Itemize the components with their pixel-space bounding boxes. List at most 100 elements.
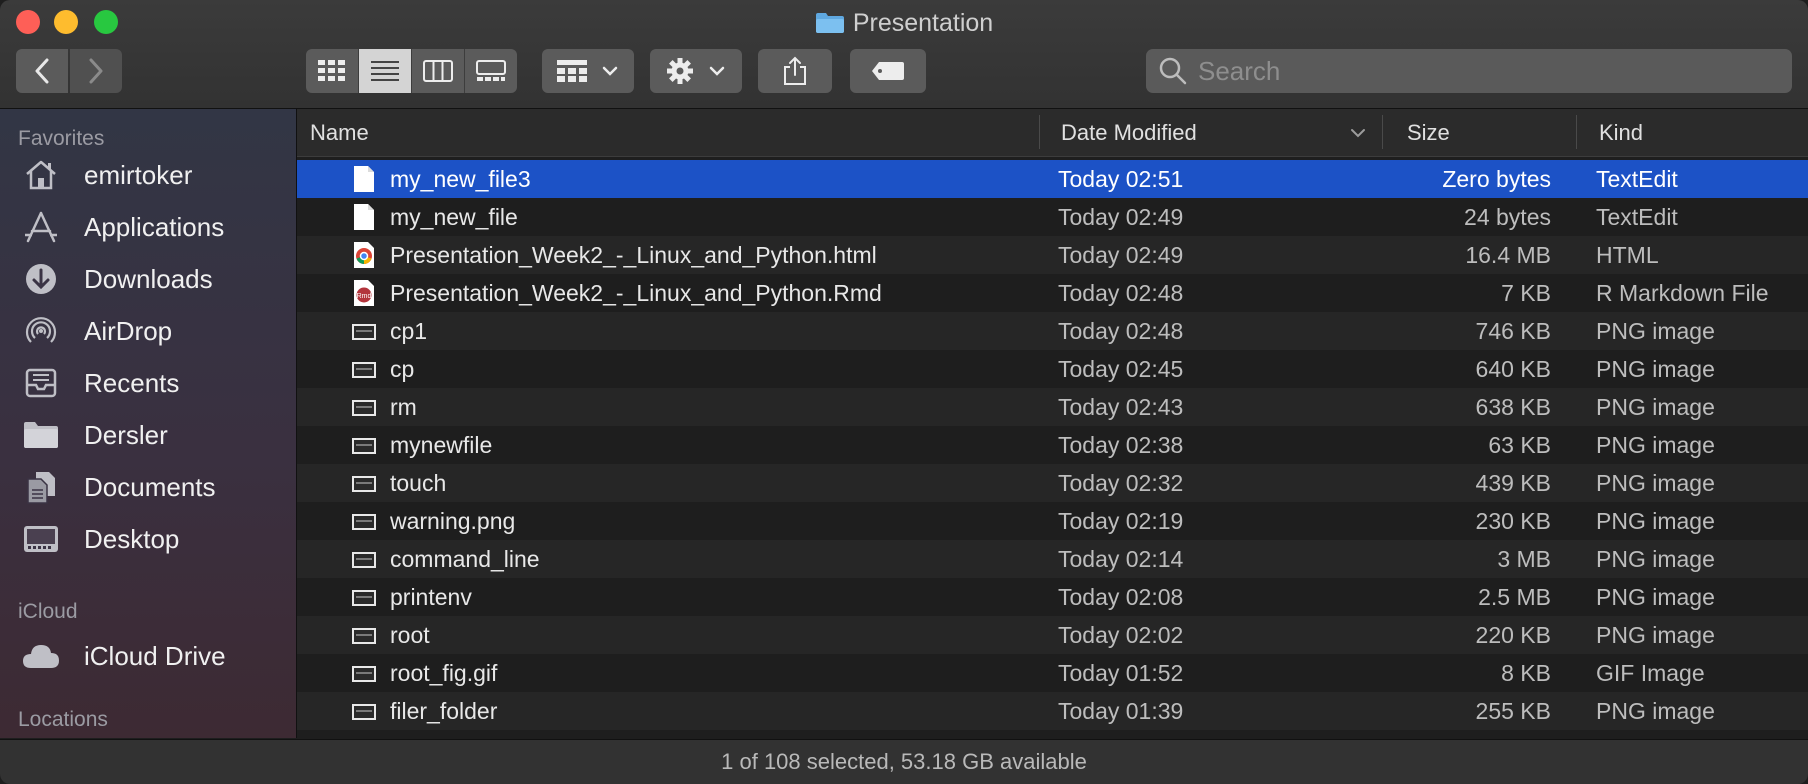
file-date-modified: Today 02:48 [1058,280,1184,306]
search-input[interactable] [1196,54,1780,88]
file-row[interactable]: touch Today 02:32 439 KB PNG image [297,464,1808,502]
tag-icon [872,62,904,80]
file-row[interactable]: Presentation_Week2_-_Linux_and_Python.ht… [297,236,1808,274]
folder-icon [815,13,844,33]
file-date-modified: Today 02:32 [1058,470,1184,496]
file-row[interactable]: mynewfile Today 02:38 63 KB PNG image [297,426,1808,464]
group-grid-icon [557,60,587,82]
applications-icon [18,207,64,247]
image-file-icon [351,583,377,611]
chevron-left-icon [35,58,49,84]
image-file-icon [351,545,377,573]
document-icon [351,203,377,231]
finder-window: Presentation Search Favorites emirtoker … [0,0,1808,784]
column-divider[interactable] [1576,115,1577,149]
image-file-icon [351,507,377,535]
file-size: 8 KB [1501,660,1551,686]
sidebar-item-dersler[interactable]: Dersler [18,411,168,459]
back-button[interactable] [16,49,68,93]
file-size: 638 KB [1475,394,1551,420]
file-row[interactable]: my_new_file Today 02:49 24 bytes TextEdit [297,198,1808,236]
file-row[interactable]: root Today 02:02 220 KB PNG image [297,616,1808,654]
file-name: touch [390,470,447,496]
chevron-down-icon [602,66,618,76]
image-file-icon [351,393,377,421]
sidebar-item-emirtoker[interactable]: emirtoker [18,151,192,199]
file-date-modified: Today 02:45 [1058,356,1184,382]
file-size: 16.4 MB [1465,242,1551,268]
file-size: 230 KB [1475,508,1551,534]
file-kind: TextEdit [1596,204,1678,230]
window-title-text: Presentation [852,9,994,37]
file-row[interactable]: root_fig.gif Today 01:52 8 KB GIF Image [297,654,1808,692]
image-file-icon [351,431,377,459]
file-name: mynewfile [390,432,493,458]
file-row[interactable]: rm Today 02:43 638 KB PNG image [297,388,1808,426]
file-size: Zero bytes [1442,166,1551,192]
column-view-button[interactable] [412,49,465,93]
group-by-button[interactable] [542,49,634,93]
sidebar-item-recents[interactable]: Recents [18,359,179,407]
file-size: 2.5 MB [1478,584,1551,610]
file-row[interactable]: printenv Today 02:08 2.5 MB PNG image [297,578,1808,616]
sidebar-heading-favorites: Favorites [18,127,105,150]
file-kind: R Markdown File [1596,280,1769,306]
toolbar: Presentation [0,0,1808,109]
window-title: Presentation [0,5,1808,41]
sidebar-item-downloads[interactable]: Downloads [18,255,213,303]
document-icon [351,165,377,193]
file-date-modified: Today 02:38 [1058,432,1184,458]
action-menu-button[interactable] [650,49,742,93]
file-row[interactable]: cp Today 02:45 640 KB PNG image [297,350,1808,388]
file-row[interactable]: cp1 Today 02:48 746 KB PNG image [297,312,1808,350]
file-row[interactable]: filer_folder Today 01:39 255 KB PNG image [297,692,1808,730]
file-name: printenv [390,584,472,610]
file-name: cp [390,356,415,382]
column-header-kind[interactable]: Kind [1599,109,1643,156]
file-size: 746 KB [1475,318,1551,344]
file-kind: PNG image [1596,508,1715,534]
forward-button[interactable] [70,49,122,93]
sidebar-item-desktop[interactable]: Desktop [18,515,179,563]
file-row[interactable]: command_line Today 02:14 3 MB PNG image [297,540,1808,578]
sidebar-item-label: Downloads [84,263,213,294]
gear-icon [667,58,693,84]
file-name: my_new_file3 [390,166,531,192]
sidebar-item-label: Recents [84,367,180,398]
icon-view-button[interactable] [306,49,359,93]
share-button[interactable] [758,49,832,93]
column-divider[interactable] [1382,115,1383,149]
sidebar-item-icloud-drive[interactable]: iCloud Drive [18,632,226,680]
tags-button[interactable] [850,49,926,93]
column-header-size[interactable]: Size [1407,109,1450,156]
sidebar-item-applications[interactable]: Applications [18,203,224,251]
image-file-icon [351,355,377,383]
file-kind: PNG image [1596,432,1715,458]
gallery-view-button[interactable] [465,49,517,93]
file-name: my_new_file [390,204,518,230]
list-view-button[interactable] [359,49,412,93]
image-file-icon [351,697,377,725]
file-name: warning.png [390,508,516,534]
sidebar-item-documents[interactable]: Documents [18,463,216,511]
column-divider[interactable] [1039,115,1040,149]
column-header-name[interactable]: Name [310,109,369,156]
sidebar-item-airdrop[interactable]: AirDrop [18,307,172,355]
chevron-down-icon [709,66,725,76]
home-icon [18,155,64,195]
documents-icon [18,467,64,507]
sidebar-item-label: Documents [84,471,216,502]
file-date-modified: Today 01:39 [1058,698,1184,724]
file-kind: GIF Image [1596,660,1705,686]
search-field[interactable] [1146,49,1792,93]
file-name: root [390,622,430,648]
image-file-icon [351,621,377,649]
file-date-modified: Today 02:51 [1058,166,1184,192]
file-row[interactable]: warning.png Today 02:19 230 KB PNG image [297,502,1808,540]
file-row[interactable]: Rmd Presentation_Week2_-_Linux_and_Python… [297,274,1808,312]
column-header-date-modified[interactable]: Date Modified [1061,109,1197,156]
gallery-icon [476,60,506,81]
file-row[interactable]: my_new_file3 Today 02:51 Zero bytes TextEdi… [297,160,1808,198]
file-name: command_line [390,546,540,572]
desktop-icon [18,519,64,559]
